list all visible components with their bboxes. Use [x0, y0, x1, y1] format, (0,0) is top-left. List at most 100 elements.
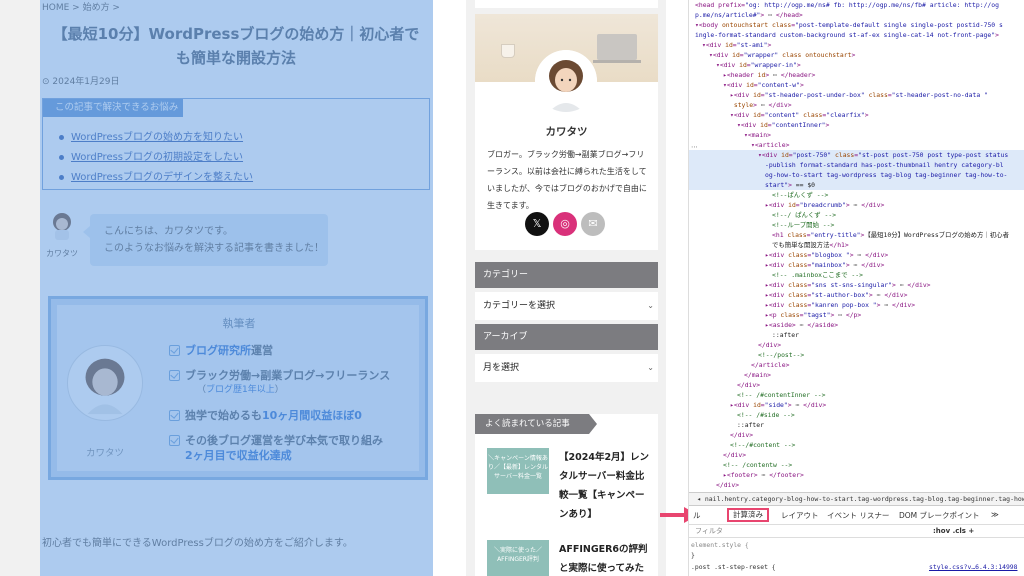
post-thumbnail[interactable]: ＼キャンペーン情報あり／【最新】レンタルサーバー料金一覧 — [487, 448, 549, 494]
dom-node-line[interactable]: <!--/ ぱんくず --> — [689, 210, 1024, 220]
style-source-link[interactable]: style.css?v…6.4.3:14998 — [929, 562, 1018, 572]
dom-node-line[interactable]: </article> — [689, 360, 1024, 370]
popular-heading: よく読まれている記事 — [475, 414, 597, 434]
dom-node-line[interactable]: ▸<div class="kanren pop-box "> ⋯ </div> — [689, 300, 1024, 310]
dom-node-line[interactable]: ▾<div id="wrapper" class ontouchstart> — [689, 50, 1024, 60]
tab-styles[interactable]: ル — [693, 510, 701, 521]
dom-node-line[interactable]: og-how-to-start tag-wordpress tag-blog t… — [689, 170, 1024, 180]
dom-node-line[interactable]: <!-- /#side --> — [689, 410, 1024, 420]
dom-node-line[interactable]: <!--ループ開始 --> — [689, 220, 1024, 230]
worry-link[interactable]: WordPressブログの初期設定をしたい — [58, 151, 253, 171]
dom-node-line[interactable]: </div> — [689, 480, 1024, 490]
dom-tree[interactable]: <head prefix="og: http://ogp.me/ns# fb: … — [689, 0, 1024, 490]
tab-dom-breakpoints[interactable]: DOM ブレークポイント — [899, 510, 980, 521]
chevron-down-icon: ⌄ — [647, 301, 654, 310]
dom-node-line[interactable]: ::after — [689, 330, 1024, 340]
dom-node-line[interactable]: ▸<div class="st-author-box"> ⋯ </div> — [689, 290, 1024, 300]
dom-node-line[interactable]: ▾<div id="contentInner"> — [689, 120, 1024, 130]
dom-node-line[interactable]: <!--ぱんくず --> — [689, 190, 1024, 200]
devtools-breadcrumb-text[interactable]: nail.hentry.category-blog-how-to-start.t… — [705, 495, 1024, 503]
dom-node-line[interactable]: ▸<div id="breadcrumb"> ⋯ </div> — [689, 200, 1024, 210]
dom-node-line[interactable]: </div> — [689, 430, 1024, 440]
article-panel: HOME > 始め方 > 【最短10分】WordPressブログの始め方｜初心者… — [40, 0, 433, 576]
archive-heading: アーカイブ — [475, 324, 658, 350]
author-point-highlight: ブログ歴1年以上 — [206, 385, 275, 395]
dom-node-line[interactable]: <!-- /contentw --> — [689, 460, 1024, 470]
more-tabs-icon[interactable]: ≫ — [991, 510, 999, 519]
dom-node-line[interactable]: ▾<div id="content" class="clearfix"> — [689, 110, 1024, 120]
dom-node-line[interactable]: p.me/ns/article#"> ⋯ </head> — [689, 10, 1024, 20]
dom-node-line[interactable]: -publish format-standard has-post-thumbn… — [689, 160, 1024, 170]
dom-node-line[interactable]: ▾<div id="wrapper-in"> — [689, 60, 1024, 70]
dom-node-line[interactable]: </main> — [689, 370, 1024, 380]
post-thumbnail[interactable]: ＼実際に使った／AFFINGER評判 — [487, 540, 549, 576]
ellipsis-icon[interactable]: ⋯ — [691, 143, 698, 151]
dom-node-line[interactable]: ▸<div class="mainbox"> ⋯ </div> — [689, 260, 1024, 270]
author-point-text: その後ブログ運営を学び本気で取り組み — [185, 434, 383, 447]
worry-link[interactable]: WordPressブログの始め方を知りたい — [58, 131, 253, 151]
author-points: ブログ研究所運営 ブラック労働→副業ブログ→フリーランス （ブログ歴1年以上） … — [169, 343, 429, 473]
dom-node-line[interactable]: でも簡単な開設方法</h1> — [689, 240, 1024, 250]
breadcrumb[interactable]: HOME > 始め方 > — [42, 0, 120, 13]
dom-node-line[interactable]: ▸<p class="tagst"> ⋯ </p> — [689, 310, 1024, 320]
dom-node-line[interactable]: </div> — [689, 450, 1024, 460]
tab-computed[interactable]: 計算済み — [727, 508, 769, 522]
dom-node-line[interactable]: <!--/post--> — [689, 350, 1024, 360]
x-icon[interactable]: 𝕏 — [525, 212, 549, 236]
worry-link[interactable]: WordPressブログのデザインを整えたい — [58, 171, 253, 191]
worry-list: WordPressブログの始め方を知りたい WordPressブログの初期設定を… — [58, 131, 253, 191]
category-select[interactable]: カテゴリーを選択 ⌄ — [475, 292, 658, 320]
dom-node-line[interactable]: </div> — [689, 340, 1024, 350]
post-date: ⊙ 2024年1月29日 — [42, 77, 120, 87]
dom-node-line[interactable]: ▾<article> — [689, 140, 1024, 150]
dom-node-line[interactable]: ::after — [689, 420, 1024, 430]
devtools-tabs: ル 計算済み レイアウト イベント リスナー DOM ブレークポイント ≫ — [689, 508, 1024, 522]
dom-node-line[interactable]: ▸<div class="sns st-sns-singular"> ⋯ </d… — [689, 280, 1024, 290]
dom-node-line[interactable]: <head prefix="og: http://ogp.me/ns# fb: … — [689, 0, 1024, 10]
devtools-breadcrumb[interactable]: ◂ nail.hentry.category-blog-how-to-start… — [689, 492, 1024, 506]
dom-node-line[interactable]: ▸<header id> ⋯ </header> — [689, 70, 1024, 80]
page-title: 【最短10分】WordPressブログの始め方｜初心者でも簡単な開設方法 — [52, 25, 420, 67]
dom-node-line[interactable]: </div> — [689, 380, 1024, 390]
tab-event-listeners[interactable]: イベント リスナー — [827, 510, 889, 521]
author-point-text: 運営 — [251, 344, 273, 357]
dom-node-line[interactable]: <!--/#content --> — [689, 440, 1024, 450]
style-rule: element.style { — [691, 541, 749, 549]
dom-node-line[interactable]: ▾<div id="post-750" class="st-post post-… — [689, 150, 1024, 160]
author-point-link[interactable]: ブログ研究所 — [185, 344, 251, 357]
author-avatar-icon — [67, 345, 143, 421]
dom-node-line[interactable]: <h1 class="entry-title">【最短10分】WordPress… — [689, 230, 1024, 240]
mail-icon[interactable]: ✉ — [581, 212, 605, 236]
dom-node-line[interactable]: style> ⋯ </div> — [689, 100, 1024, 110]
devtools-panel: <head prefix="og: http://ogp.me/ns# fb: … — [688, 0, 1024, 576]
checkbox-icon — [169, 345, 180, 356]
instagram-icon[interactable]: ◎ — [553, 212, 577, 236]
screenshot-stage: HOME > 始め方 > 【最短10分】WordPressブログの始め方｜初心者… — [0, 0, 1024, 576]
dom-node-line[interactable]: ▸<div id="side"> ⋯ </div> — [689, 400, 1024, 410]
style-rule: } — [691, 551, 695, 559]
tab-layout[interactable]: レイアウト — [781, 510, 819, 521]
dom-node-line[interactable]: ▾<div id="st-ami"> — [689, 40, 1024, 50]
dom-node-line[interactable]: ▸<aside> ⋯ </aside> — [689, 320, 1024, 330]
dom-node-line[interactable]: ▸<div class="blogbox "> ⋯ </div> — [689, 250, 1024, 260]
dom-node-line[interactable]: ▸<footer> ⋯ </footer> — [689, 470, 1024, 480]
dom-node-line[interactable]: <!-- .mainboxここまで --> — [689, 270, 1024, 280]
filter-input[interactable]: フィルタ — [691, 525, 921, 537]
filter-tools[interactable]: :hov .cls + — [933, 525, 974, 537]
checkbox-icon — [169, 370, 180, 381]
popular-post-link[interactable]: 【2024年2月】レンタルサーバー料金比較一覧【キャンペーンあり】 — [559, 448, 653, 524]
dom-node-line[interactable]: start"> == $0 — [689, 180, 1024, 190]
dom-node-line[interactable]: ▾<div id="content-w"> — [689, 80, 1024, 90]
author-point-text: 独学で始めるも — [185, 409, 262, 422]
checkbox-icon — [169, 435, 180, 446]
dom-node-line[interactable]: ingle-format-standard custom-background … — [689, 30, 1024, 40]
dom-node-line[interactable]: ▾<main> — [689, 130, 1024, 140]
speaker-avatar-icon — [53, 213, 71, 240]
dom-node-line[interactable]: ▸<div id="st-header-post-under-box" clas… — [689, 90, 1024, 100]
archive-select[interactable]: 月を選択 ⌄ — [475, 354, 658, 382]
dom-node-line[interactable]: <!-- /#contentInner --> — [689, 390, 1024, 400]
author-point-sub: （ブログ歴1年以上） — [185, 383, 429, 398]
popular-post-link[interactable]: AFFINGER6の評判と実際に使ってみた本 — [559, 540, 653, 576]
worry-heading: この記事で解決できるお悩み — [43, 99, 183, 117]
dom-node-line[interactable]: ▾<body ontouchstart class="post-template… — [689, 20, 1024, 30]
